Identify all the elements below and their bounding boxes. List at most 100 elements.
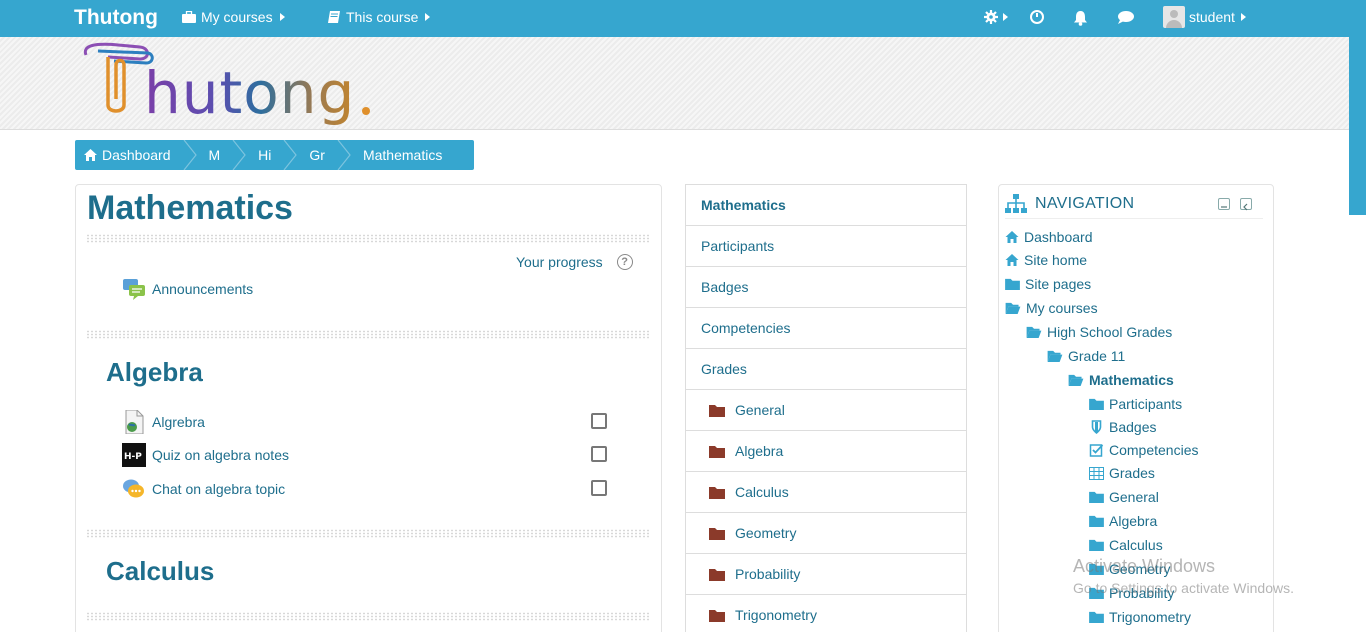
home-icon: [1005, 231, 1019, 243]
folder-icon: [1089, 398, 1104, 410]
course-menu-item[interactable]: Mathematics: [685, 184, 967, 226]
nav-item-badges[interactable]: Badges: [1089, 419, 1156, 435]
nav-item-participants[interactable]: Participants: [1089, 396, 1182, 412]
notifications-button[interactable]: [1073, 10, 1088, 26]
nav-item-grade-11[interactable]: Grade 11: [1047, 348, 1125, 364]
activity-announcements[interactable]: Announcements: [122, 277, 253, 301]
menu-label: Geometry: [735, 525, 797, 541]
menu-label: Mathematics: [701, 197, 786, 213]
folder-open-icon: [1068, 374, 1084, 386]
folder-icon: [1005, 278, 1020, 290]
course-menu-item[interactable]: Trigonometry: [685, 594, 967, 632]
table-icon: [1089, 466, 1104, 480]
completion-checkbox[interactable]: [591, 413, 607, 429]
activity-chat-algebra[interactable]: Chat on algebra topic: [122, 477, 285, 501]
breadcrumb-label: Hi: [258, 147, 272, 163]
nav-item-algebra[interactable]: Algebra: [1089, 513, 1157, 529]
menu-label: Participants: [701, 238, 775, 254]
help-icon[interactable]: ?: [616, 254, 633, 270]
folder-icon: [709, 445, 725, 458]
menu-label: Calculus: [735, 484, 789, 500]
course-menu-item[interactable]: Badges: [685, 266, 967, 308]
site-brand[interactable]: Thutong: [74, 6, 158, 30]
breadcrumb-label: Dashboard: [102, 147, 171, 163]
activity-quiz-algebra[interactable]: H-P Quiz on algebra notes: [122, 443, 289, 467]
progress-label: Your progress: [516, 254, 603, 270]
user-menu[interactable]: student: [1163, 6, 1246, 28]
completion-checkbox[interactable]: [591, 480, 607, 496]
section-divider: [86, 234, 651, 243]
settings-menu[interactable]: [984, 10, 1008, 24]
breadcrumb-separator: [283, 140, 298, 170]
nav-item-site-pages[interactable]: Site pages: [1005, 276, 1091, 292]
nav-item-competencies[interactable]: Competencies: [1089, 442, 1199, 458]
nav-label: Trigonometry: [1109, 609, 1191, 625]
page-title: Mathematics: [87, 189, 293, 227]
course-menu-item[interactable]: Grades: [685, 348, 967, 390]
page-scrollbar-thumb[interactable]: [1349, 37, 1366, 215]
nav-item-trigonometry[interactable]: Trigonometry: [1089, 609, 1191, 625]
chat-icon: [122, 477, 146, 501]
course-menu-item[interactable]: General: [685, 389, 967, 431]
menu-label: Grades: [701, 361, 747, 377]
my-courses-menu[interactable]: My courses: [182, 9, 285, 25]
folder-icon: [709, 609, 725, 622]
nav-item-general[interactable]: General: [1089, 489, 1159, 505]
activity-algrebra[interactable]: Algrebra: [122, 410, 205, 434]
breadcrumb-label: M: [208, 147, 221, 163]
nav-item-mathematics[interactable]: Mathematics: [1068, 372, 1174, 388]
breadcrumb-gr[interactable]: Gr: [297, 140, 337, 170]
course-menu-item[interactable]: Competencies: [685, 307, 967, 349]
breadcrumb-mathematics[interactable]: Mathematics: [351, 140, 454, 170]
h5p-icon: H-P: [122, 443, 146, 467]
activity-label: Chat on algebra topic: [152, 481, 286, 497]
checkbox-icon: [1089, 444, 1104, 457]
nav-item-high-school-grades[interactable]: High School Grades: [1026, 324, 1172, 340]
page-icon: [122, 410, 146, 434]
chat-bubble-icon: [1118, 11, 1134, 24]
folder-icon: [1089, 611, 1104, 623]
nav-item-dashboard[interactable]: Dashboard: [1005, 229, 1093, 245]
nav-label: Dashboard: [1024, 229, 1093, 245]
your-progress: Your progress ?: [516, 254, 633, 270]
course-content: Mathematics Your progress ? Announcement…: [75, 184, 662, 632]
course-menu-item[interactable]: Geometry: [685, 512, 967, 554]
folder-icon: [1089, 515, 1104, 527]
activity-label: Announcements: [152, 281, 254, 297]
navigation-heading: NAVIGATION: [1005, 194, 1134, 214]
breadcrumb-m[interactable]: M: [197, 140, 233, 170]
this-course-label: This course: [346, 9, 419, 25]
course-menu-item[interactable]: Algebra: [685, 430, 967, 472]
dashboard-toggle[interactable]: [1030, 10, 1044, 24]
nav-label: My courses: [1026, 300, 1098, 316]
course-index-menu: Mathematics Participants Badges Competen…: [685, 184, 967, 632]
folder-icon: [709, 486, 725, 499]
this-course-menu[interactable]: This course: [328, 9, 431, 25]
section-divider: [86, 330, 651, 339]
site-logo[interactable]: hutong: [78, 41, 378, 131]
nav-item-my-courses[interactable]: My courses: [1005, 300, 1098, 316]
course-menu-item[interactable]: Participants: [685, 225, 967, 267]
nav-item-calculus[interactable]: Calculus: [1089, 537, 1163, 553]
completion-checkbox[interactable]: [591, 446, 607, 462]
activity-label: Algrebra: [152, 414, 205, 430]
nav-item-grades[interactable]: Grades: [1089, 465, 1155, 481]
nav-item-site-home[interactable]: Site home: [1005, 252, 1087, 268]
section-divider: [86, 529, 651, 538]
sitemap-icon: [1005, 194, 1027, 213]
user-name: student: [1189, 9, 1235, 25]
svg-text:H-P: H-P: [124, 452, 142, 462]
course-menu-item[interactable]: Probability: [685, 553, 967, 595]
section-divider: [86, 612, 651, 621]
breadcrumb-hi[interactable]: Hi: [246, 140, 283, 170]
menu-label: Badges: [701, 279, 749, 295]
caret-right-icon: [279, 13, 285, 21]
navigation-title: NAVIGATION: [1035, 195, 1135, 212]
folder-icon: [709, 404, 725, 417]
dock-block-button[interactable]: [1240, 198, 1252, 211]
messages-button[interactable]: [1117, 10, 1135, 25]
breadcrumb-dashboard[interactable]: Dashboard: [75, 140, 183, 170]
course-menu-item[interactable]: Calculus: [685, 471, 967, 513]
minus-icon: [1221, 206, 1227, 208]
collapse-block-button[interactable]: [1218, 198, 1230, 210]
